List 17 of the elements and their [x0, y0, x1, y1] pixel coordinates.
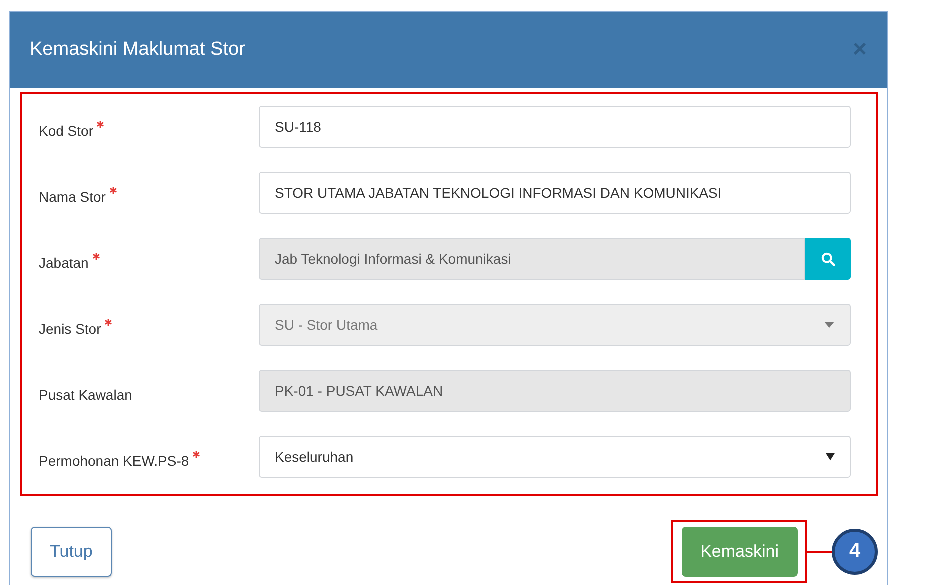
- field-label: Kod Stor: [39, 123, 94, 139]
- field-label: Jabatan: [39, 255, 89, 271]
- caret-icon: [824, 322, 835, 328]
- field-label: Pusat Kawalan: [39, 387, 132, 403]
- update-button[interactable]: Kemaskini: [682, 527, 798, 577]
- caret-icon: [826, 453, 835, 461]
- search-button[interactable]: [805, 238, 851, 280]
- close-dialog-button[interactable]: Tutup: [31, 526, 112, 576]
- dialog-title: Kemaskini Maklumat Stor: [30, 39, 246, 61]
- input-field[interactable]: SU-118: [259, 106, 851, 148]
- field-label: Jenis Stor: [39, 321, 102, 337]
- field-label: Nama Stor: [39, 189, 106, 205]
- input-field[interactable]: STOR UTAMA JABATAN TEKNOLOGI INFORMASI DAN KOMUNIKASI: [259, 172, 851, 214]
- step-badge: 4: [832, 528, 878, 574]
- field-label: Permohonan KEW.PS-8: [39, 453, 190, 469]
- dropdown-field[interactable]: Keseluruhan: [259, 436, 851, 478]
- search-icon: [820, 252, 836, 266]
